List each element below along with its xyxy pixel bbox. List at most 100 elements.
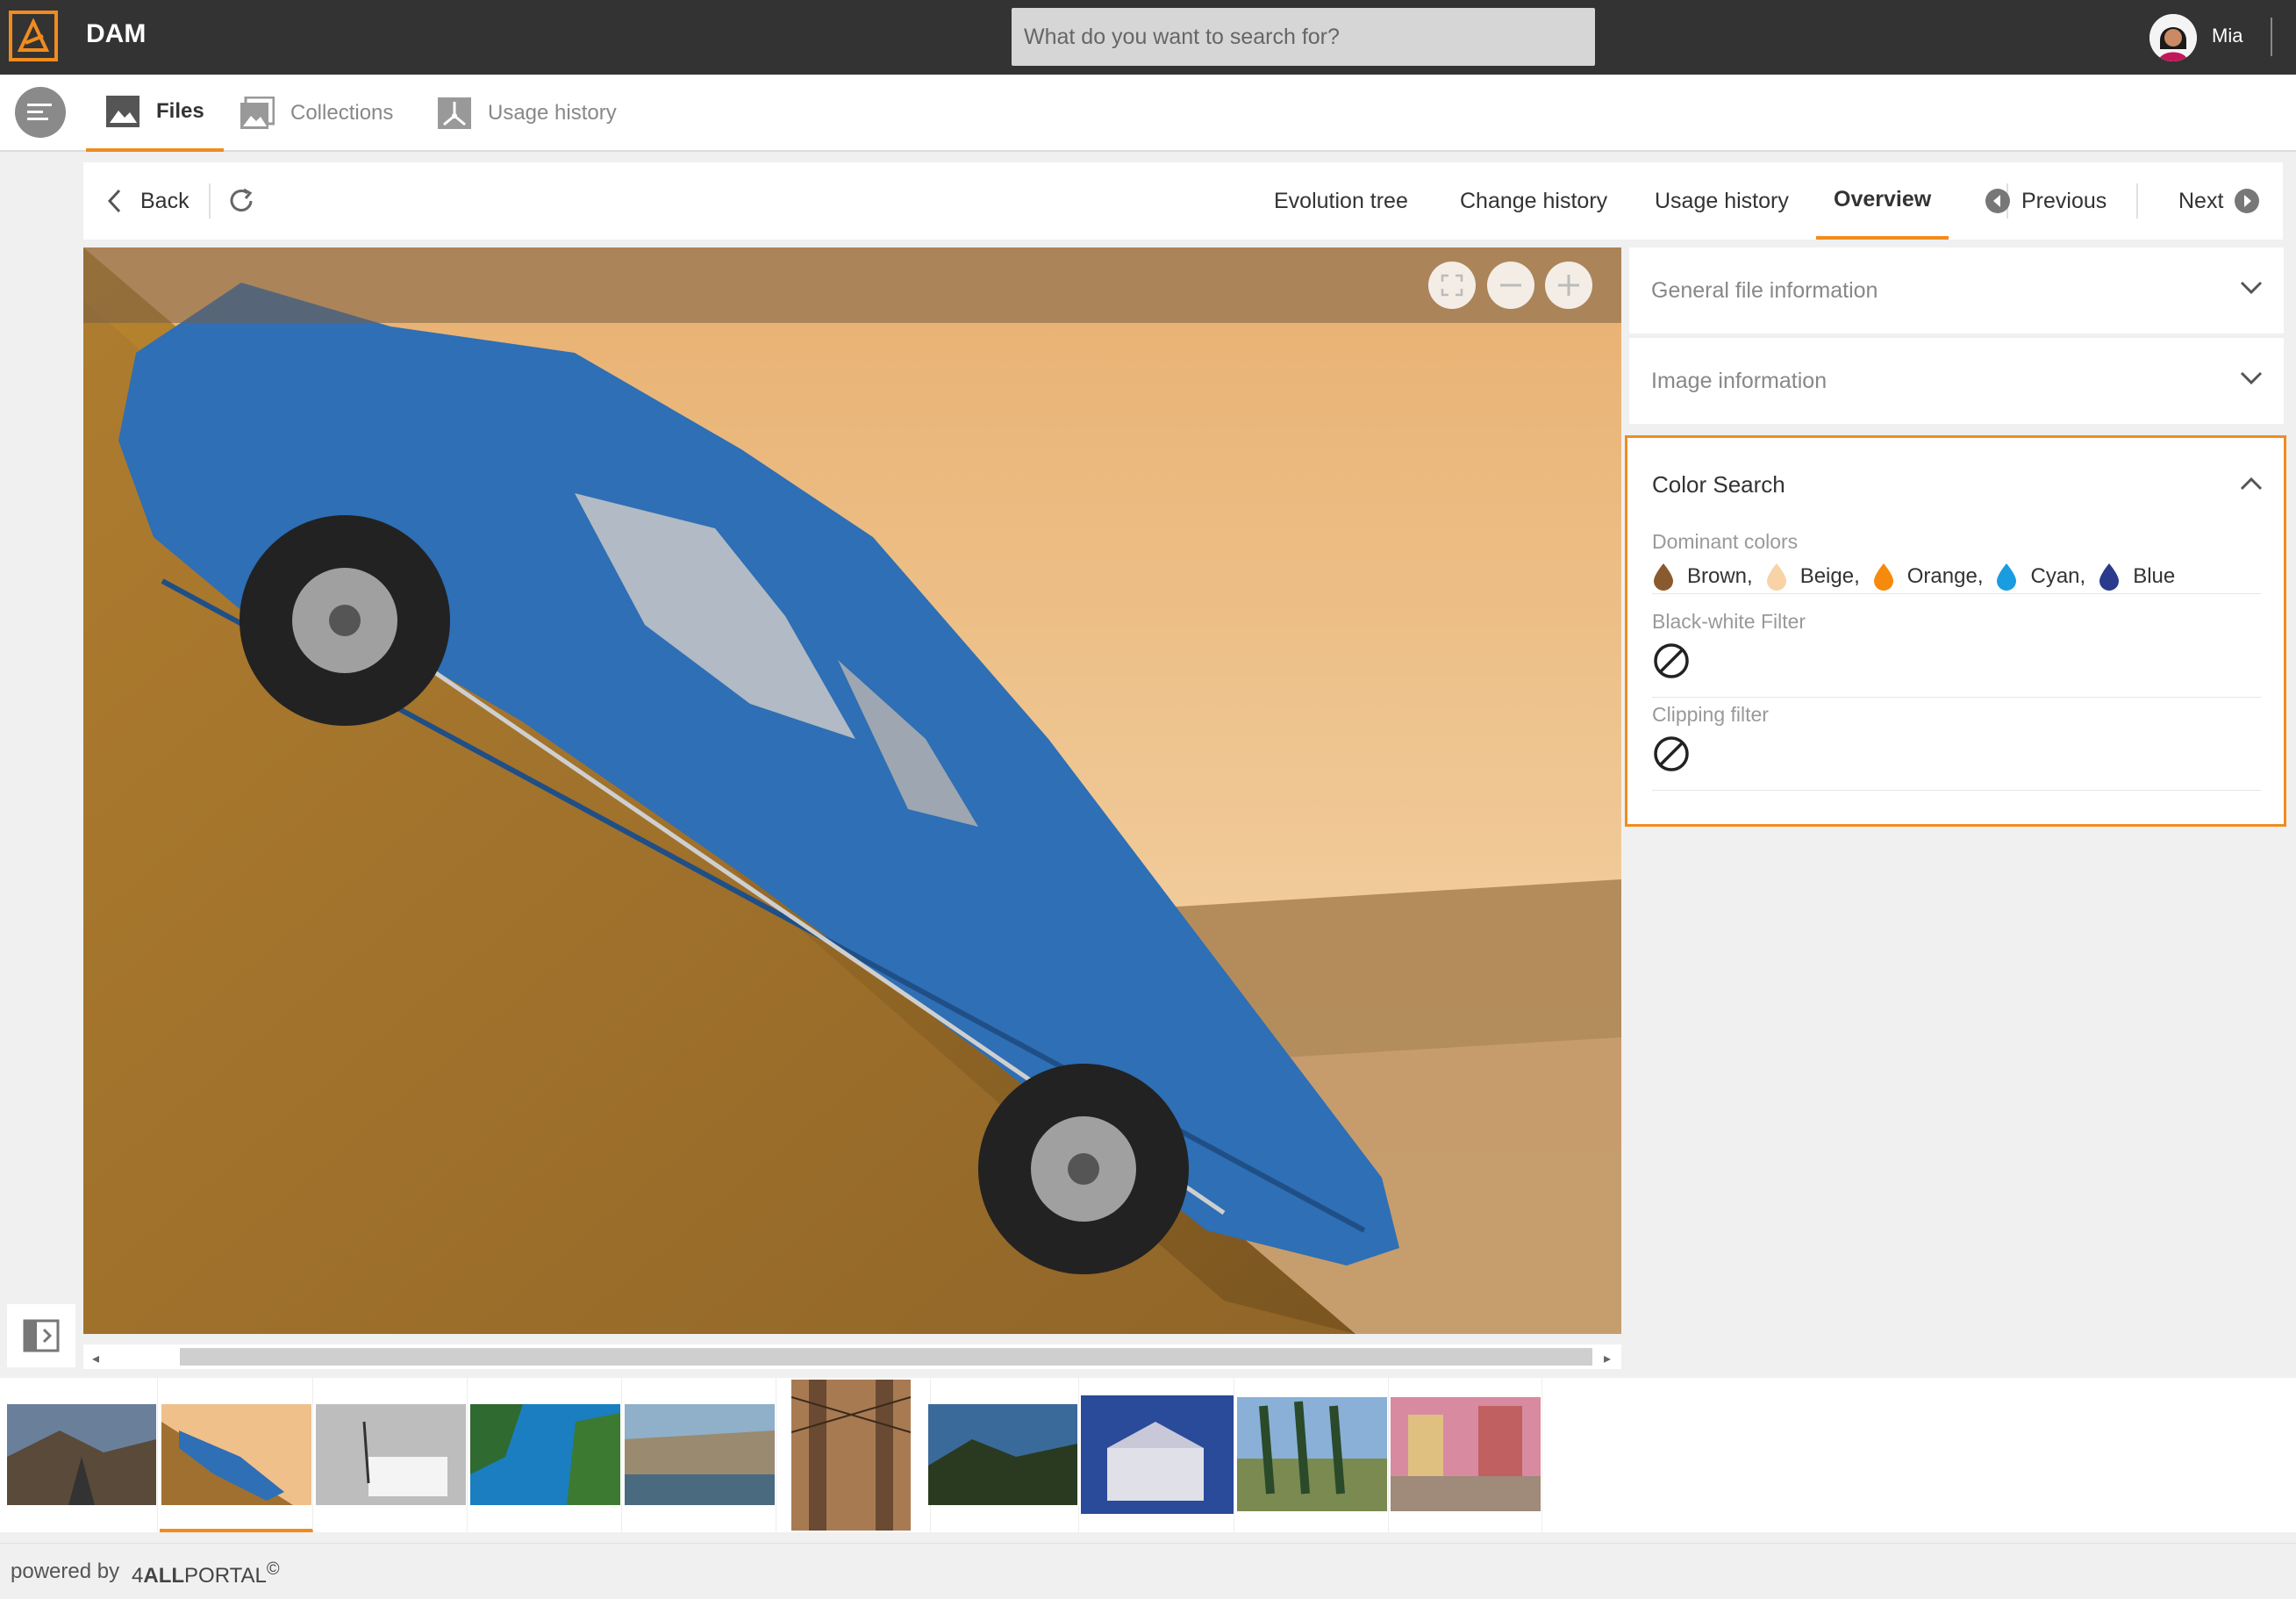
thumbnail-item[interactable] — [777, 1378, 931, 1532]
thumbnail-item[interactable] — [314, 1378, 468, 1532]
thumbnail-strip — [0, 1378, 2296, 1532]
color-swatch-orange[interactable]: Orange, — [1872, 563, 1983, 591]
main-nav: Files Collections Usage history — [0, 75, 2296, 152]
chevron-left-icon — [107, 189, 121, 213]
general-file-information-section[interactable]: General file information — [1629, 247, 2284, 333]
horizontal-scrollbar[interactable]: ◂ ▸ — [83, 1344, 1621, 1369]
search-input[interactable] — [1012, 8, 1595, 66]
brand-prefix: 4 — [132, 1564, 144, 1588]
fullscreen-icon — [1441, 274, 1463, 297]
divider — [2271, 18, 2272, 56]
zoom-out-button[interactable] — [1487, 262, 1534, 309]
chevron-down-icon — [2240, 371, 2263, 385]
general-file-information-title: General file information — [1651, 277, 1878, 303]
tab-usage-history[interactable]: Usage history — [437, 75, 617, 152]
dominant-colors-label: Dominant colors — [1652, 530, 1799, 553]
tab-collections[interactable]: Collections — [240, 75, 393, 152]
app-logo[interactable] — [9, 11, 58, 61]
usage-history-icon — [437, 96, 472, 131]
thumbnail-image — [7, 1404, 156, 1505]
color-name: Brown, — [1687, 564, 1753, 588]
previous-button[interactable]: Previous — [1985, 162, 2106, 240]
thumbnail-image — [316, 1404, 466, 1505]
detail-toolbar: Back Evolution tree Change history Usage… — [83, 162, 2283, 240]
dominant-colors-row: Brown, Beige, Orange, Cyan, Blue — [1652, 559, 2261, 594]
color-drop-icon — [1873, 563, 1893, 591]
thumbnail-item[interactable] — [468, 1378, 622, 1532]
thumbnail-image — [625, 1404, 775, 1505]
thumbnail-item[interactable] — [623, 1378, 776, 1532]
image-viewer[interactable] — [83, 247, 1621, 1334]
thumbnail-item[interactable] — [1081, 1378, 1234, 1532]
fullscreen-button[interactable] — [1428, 262, 1476, 309]
brand-bold: ALL — [143, 1564, 185, 1588]
zoom-out-icon — [1500, 283, 1521, 287]
thumbnail-image — [161, 1404, 311, 1505]
thumbnail-image — [791, 1380, 911, 1531]
sidebar-toggle-button[interactable] — [7, 1304, 75, 1367]
tab-usage-history-label: Usage history — [488, 101, 617, 125]
back-label: Back — [140, 188, 190, 213]
thumbnail-image — [470, 1404, 620, 1505]
thumbnail-image — [1391, 1397, 1541, 1511]
refresh-button[interactable] — [226, 162, 256, 240]
color-name: Beige, — [1799, 564, 1860, 588]
logo-icon — [17, 18, 50, 52]
tab-change-history[interactable]: Change history — [1460, 162, 1607, 240]
menu-button[interactable] — [15, 87, 66, 138]
previous-label: Previous — [2021, 188, 2107, 213]
thumbnail-image — [1237, 1397, 1387, 1511]
zoom-in-icon — [1558, 275, 1579, 296]
brand-name: 4ALLPORTAL© — [132, 1560, 280, 1588]
scroll-left-arrow-icon[interactable]: ◂ — [92, 1350, 99, 1367]
image-icon — [105, 94, 140, 129]
thumbnail-image — [928, 1404, 1077, 1505]
previous-icon — [1985, 189, 2010, 213]
thumbnail-item[interactable] — [1235, 1378, 1389, 1532]
tab-files-label: Files — [156, 99, 204, 123]
thumbnail-item[interactable] — [1389, 1378, 1542, 1532]
thumbnail-item[interactable] — [926, 1378, 1079, 1532]
color-swatch-beige[interactable]: Beige, — [1765, 563, 1860, 591]
color-swatch-blue[interactable]: Blue — [2098, 563, 2175, 591]
color-swatch-brown[interactable]: Brown, — [1652, 563, 1753, 591]
collections-icon — [240, 96, 275, 131]
next-icon — [2235, 189, 2260, 213]
color-search-section: Color Search Dominant colors Brown, Beig… — [1625, 435, 2286, 827]
chevron-down-icon — [2240, 281, 2263, 295]
avatar[interactable] — [2149, 14, 2197, 61]
black-white-filter-label: Black-white Filter — [1652, 610, 1806, 633]
thumbnail-item[interactable] — [160, 1378, 313, 1532]
chevron-up-icon[interactable] — [2238, 471, 2264, 498]
color-name: Cyan, — [2030, 564, 2086, 588]
thumbnail-image — [1081, 1395, 1234, 1514]
scrollbar-thumb[interactable] — [180, 1348, 1592, 1366]
no-filter-icon[interactable] — [1652, 735, 1691, 773]
color-swatch-cyan[interactable]: Cyan, — [1995, 563, 2085, 591]
scroll-right-arrow-icon[interactable]: ▸ — [1604, 1350, 1611, 1367]
accordion-header[interactable]: General file information — [1629, 247, 2284, 333]
user-avatar-icon — [2149, 14, 2197, 61]
thumbnail-item[interactable] — [4, 1378, 158, 1532]
accordion-header[interactable]: Image information — [1629, 338, 2284, 424]
no-filter-icon[interactable] — [1652, 642, 1691, 680]
brand-suffix: PORTAL — [184, 1564, 267, 1588]
app-title: DAM — [86, 19, 147, 48]
back-button[interactable]: Back — [105, 162, 190, 240]
color-drop-icon — [1654, 563, 1673, 591]
divider — [2136, 183, 2138, 219]
user-name[interactable]: Mia — [2212, 25, 2242, 47]
tab-usage-history[interactable]: Usage history — [1655, 162, 1789, 240]
image-information-title: Image information — [1651, 368, 1828, 393]
next-label: Next — [2178, 188, 2224, 213]
footer: powered by 4ALLPORTAL© — [0, 1543, 2296, 1599]
tab-evolution-tree[interactable]: Evolution tree — [1274, 162, 1408, 240]
next-button[interactable]: Next — [2178, 162, 2260, 240]
divider — [209, 183, 211, 219]
image-information-section[interactable]: Image information — [1629, 336, 2284, 424]
tab-overview[interactable]: Overview — [1816, 162, 1949, 240]
powered-by-label: powered by — [11, 1560, 120, 1583]
top-bar: DAM Mia — [0, 0, 2296, 75]
tab-files[interactable]: Files — [86, 75, 224, 152]
zoom-in-button[interactable] — [1545, 262, 1592, 309]
